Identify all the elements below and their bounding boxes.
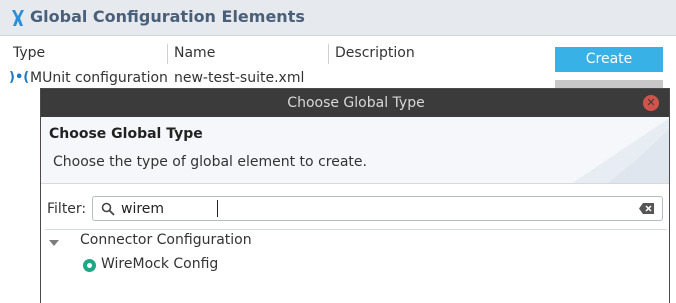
row-type-cell: MUnit configuration ( [30, 70, 168, 86]
create-button[interactable]: Create [555, 47, 663, 72]
clear-icon[interactable] [639, 203, 654, 214]
tree-item-wiremock-config[interactable]: WireMock Config [101, 256, 218, 272]
column-separator[interactable] [328, 44, 329, 64]
type-tree: Connector Configuration WireMock Config [45, 229, 667, 303]
column-header-type[interactable]: Type [13, 45, 45, 61]
search-icon [101, 202, 115, 216]
banner-decoration [572, 118, 669, 183]
choose-global-type-dialog: Choose Global Type ✕ Choose Global Type … [40, 88, 670, 303]
dialog-window-title: Choose Global Type [287, 95, 425, 111]
dialog-description: Choose the type of global element to cre… [53, 154, 367, 170]
row-name-cell: new-test-suite.xml [174, 70, 305, 86]
column-header-description[interactable]: Description [335, 45, 415, 61]
dialog-banner: Choose Global Type Choose the type of gl… [41, 117, 669, 184]
mule-logo-icon [12, 10, 24, 26]
wiremock-icon [83, 259, 96, 272]
filter-label: Filter: [47, 201, 87, 217]
text-caret [217, 200, 218, 217]
dialog-heading: Choose Global Type [49, 126, 203, 142]
filter-field[interactable] [92, 196, 663, 221]
tree-group-connector-configuration[interactable]: Connector Configuration [80, 232, 252, 248]
close-icon[interactable]: ✕ [643, 95, 659, 111]
dialog-titlebar[interactable]: Choose Global Type ✕ [41, 89, 669, 117]
column-separator[interactable] [167, 44, 168, 64]
panel-header: Global Configuration Elements [0, 0, 676, 36]
collapse-arrow-icon[interactable] [49, 240, 59, 246]
panel-title: Global Configuration Elements [30, 7, 305, 26]
munit-icon: )•( [9, 70, 30, 85]
column-header-name[interactable]: Name [174, 45, 215, 61]
filter-input[interactable] [121, 199, 621, 218]
